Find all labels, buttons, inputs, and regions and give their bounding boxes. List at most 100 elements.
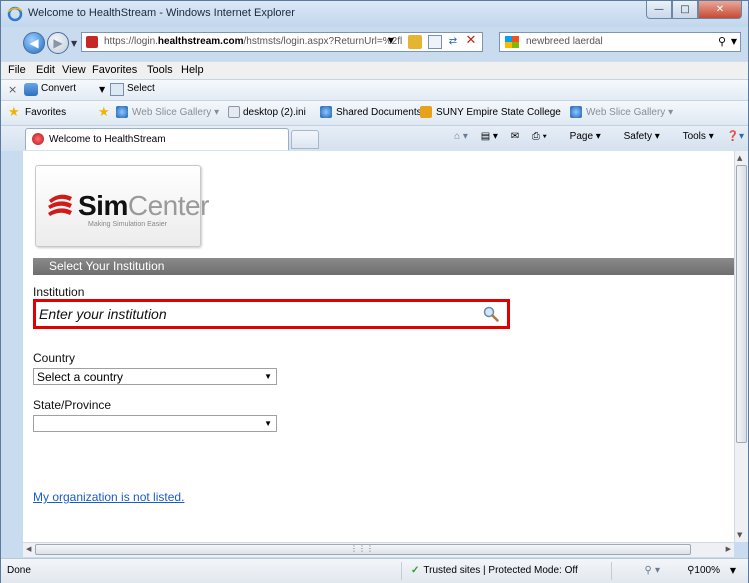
recent-pages-dropdown-icon[interactable]: ▼ [71, 39, 77, 48]
convert-icon [24, 83, 38, 96]
search-icon[interactable] [483, 306, 499, 322]
security-lock-icon[interactable] [408, 35, 422, 49]
favorites-star-icon: ★ [8, 105, 20, 120]
institution-label: Institution [33, 285, 85, 299]
feeds-icon[interactable]: ▤ ▾ [481, 131, 498, 142]
minimize-button[interactable]: — [646, 1, 672, 19]
menu-file[interactable]: File [8, 64, 26, 76]
state-select[interactable]: ▼ [33, 415, 277, 432]
horizontal-scrollbar[interactable]: ◀ ⋮⋮⋮ ▶ [23, 542, 734, 557]
suny-icon [420, 106, 432, 118]
logo-tagline: Making Simulation Easier [88, 221, 167, 228]
search-text[interactable]: newbreed laerdal [526, 36, 603, 47]
back-button[interactable]: ◀ [23, 32, 45, 54]
check-icon: ✓ [411, 565, 420, 576]
menu-view[interactable]: View [62, 64, 86, 76]
convert-button[interactable]: Convert [41, 83, 76, 94]
forward-button[interactable]: ▶ [47, 32, 69, 54]
page-menu[interactable]: Page ▾ [560, 131, 601, 142]
simcenter-logo-icon [48, 194, 72, 216]
scroll-up-icon[interactable]: ▲ [737, 154, 742, 162]
menu-help[interactable]: Help [181, 64, 204, 76]
ie-icon [7, 6, 23, 22]
fav-web-slice-gallery[interactable]: Web Slice Gallery ▾ [132, 107, 219, 118]
search-icon[interactable]: ⚲ [718, 35, 726, 48]
close-button[interactable]: ✕ [698, 1, 742, 19]
ie-page-icon [570, 106, 582, 118]
title-bar: Welcome to HealthStream - Windows Intern… [1, 1, 748, 27]
mail-icon[interactable]: ✉ [511, 131, 519, 142]
horizontal-scroll-thumb[interactable]: ⋮⋮⋮ [35, 544, 691, 555]
organization-not-listed-link[interactable]: My organization is not listed. [33, 490, 184, 504]
window-frame [1, 151, 23, 542]
security-zone[interactable]: ✓ Trusted sites | Protected Mode: Off [411, 565, 578, 576]
tab-healthstream[interactable]: Welcome to HealthStream [25, 128, 289, 150]
menu-tools[interactable]: Tools [147, 64, 173, 76]
ie-page-icon [320, 106, 332, 118]
simcenter-logo: SimCenter Making Simulation Easier [35, 165, 209, 247]
convert-dropdown-icon[interactable]: ▼ [99, 85, 105, 94]
institution-input[interactable] [39, 305, 469, 323]
address-url[interactable]: https://login.healthstream.com/hstmsts/l… [104, 36, 402, 47]
compatibility-view-icon[interactable] [428, 35, 442, 49]
favorites-bar: ★ Favorites ★ Web Slice Gallery ▾ deskto… [1, 100, 748, 125]
state-label: State/Province [33, 398, 112, 412]
tab-label: Welcome to HealthStream [49, 134, 166, 145]
fav-desktop-ini[interactable]: desktop (2).ini [243, 107, 306, 118]
chevron-down-icon: ▼ [264, 419, 272, 428]
new-tab-button[interactable] [291, 130, 319, 149]
vertical-scrollbar[interactable]: ▲ ▼ [734, 151, 748, 542]
select-icon [110, 83, 124, 96]
fav-web-slice-gallery-2[interactable]: Web Slice Gallery ▾ [586, 107, 673, 118]
command-toolbar: × Convert ▼ Select [1, 79, 748, 100]
close-toolbar-icon[interactable]: × [8, 83, 17, 96]
country-selected-value: Select a country [37, 370, 124, 384]
site-favicon-icon [32, 133, 44, 145]
protected-mode-icon[interactable]: ⚲ ▾ [644, 565, 660, 576]
address-bar[interactable]: https://login.healthstream.com/hstmsts/l… [81, 32, 483, 52]
fav-suny[interactable]: SUNY Empire State College [436, 107, 561, 118]
print-icon[interactable]: ⎙ ▾ [532, 131, 547, 142]
menu-edit[interactable]: Edit [36, 64, 55, 76]
page-content: SimCenter Making Simulation Easier Selec… [23, 151, 734, 542]
chevron-down-icon: ▼ [264, 372, 272, 381]
logo-wordmark: SimCenter [78, 190, 209, 221]
safety-menu[interactable]: Safety ▾ [614, 131, 660, 142]
tab-bar: Welcome to HealthStream ⌂ ▾ ▤ ▾ ✉ ⎙ ▾ Pa… [1, 125, 748, 151]
menu-favorites[interactable]: Favorites [92, 64, 137, 76]
search-options-icon[interactable]: ▼ [731, 37, 737, 46]
search-box[interactable]: newbreed laerdal ⚲ ▼ [499, 32, 741, 52]
zoom-level[interactable]: ⚲100% [687, 565, 720, 576]
section-header: Select Your Institution [33, 258, 734, 275]
help-icon[interactable]: ❓▾ [727, 131, 744, 142]
institution-field[interactable] [33, 299, 510, 329]
stop-icon[interactable]: ✕ [464, 34, 478, 48]
zoom-dropdown-icon[interactable]: ▼ [730, 566, 736, 575]
address-dropdown-icon[interactable]: ▼ [388, 36, 394, 45]
browser-window: Welcome to HealthStream - Windows Intern… [0, 0, 749, 583]
section-title: Select Your Institution [49, 259, 165, 273]
vertical-scroll-thumb[interactable] [736, 165, 747, 443]
grip-icon: ⋮⋮⋮ [350, 544, 374, 553]
tools-menu[interactable]: Tools ▾ [673, 131, 714, 142]
country-label: Country [33, 351, 76, 365]
window-title: Welcome to HealthStream - Windows Intern… [28, 7, 295, 19]
ie-page-icon [116, 106, 128, 118]
country-select[interactable]: Select a country ▼ [33, 368, 277, 385]
fav-shared-documents[interactable]: Shared Documents [336, 107, 422, 118]
select-button[interactable]: Select [127, 83, 155, 94]
refresh-icon[interactable]: ⇄ [446, 35, 460, 49]
home-icon[interactable]: ⌂ ▾ [454, 131, 468, 142]
status-text: Done [7, 565, 31, 576]
file-icon [228, 106, 240, 118]
command-bar: ⌂ ▾ ▤ ▾ ✉ ⎙ ▾ Page ▾ Safety ▾ Tools ▾ ❓▾ [444, 131, 744, 142]
scroll-left-icon[interactable]: ◀ [26, 545, 31, 553]
scroll-right-icon[interactable]: ▶ [726, 545, 731, 553]
site-icon [86, 36, 98, 48]
favorites-button[interactable]: Favorites [25, 107, 66, 118]
maximize-button[interactable]: □ [672, 1, 698, 19]
status-bar: Done ✓ Trusted sites | Protected Mode: Of… [1, 558, 748, 583]
scroll-down-icon[interactable]: ▼ [737, 531, 742, 539]
add-to-favorites-icon[interactable]: ★ [98, 105, 110, 120]
search-provider-icon [505, 36, 519, 48]
